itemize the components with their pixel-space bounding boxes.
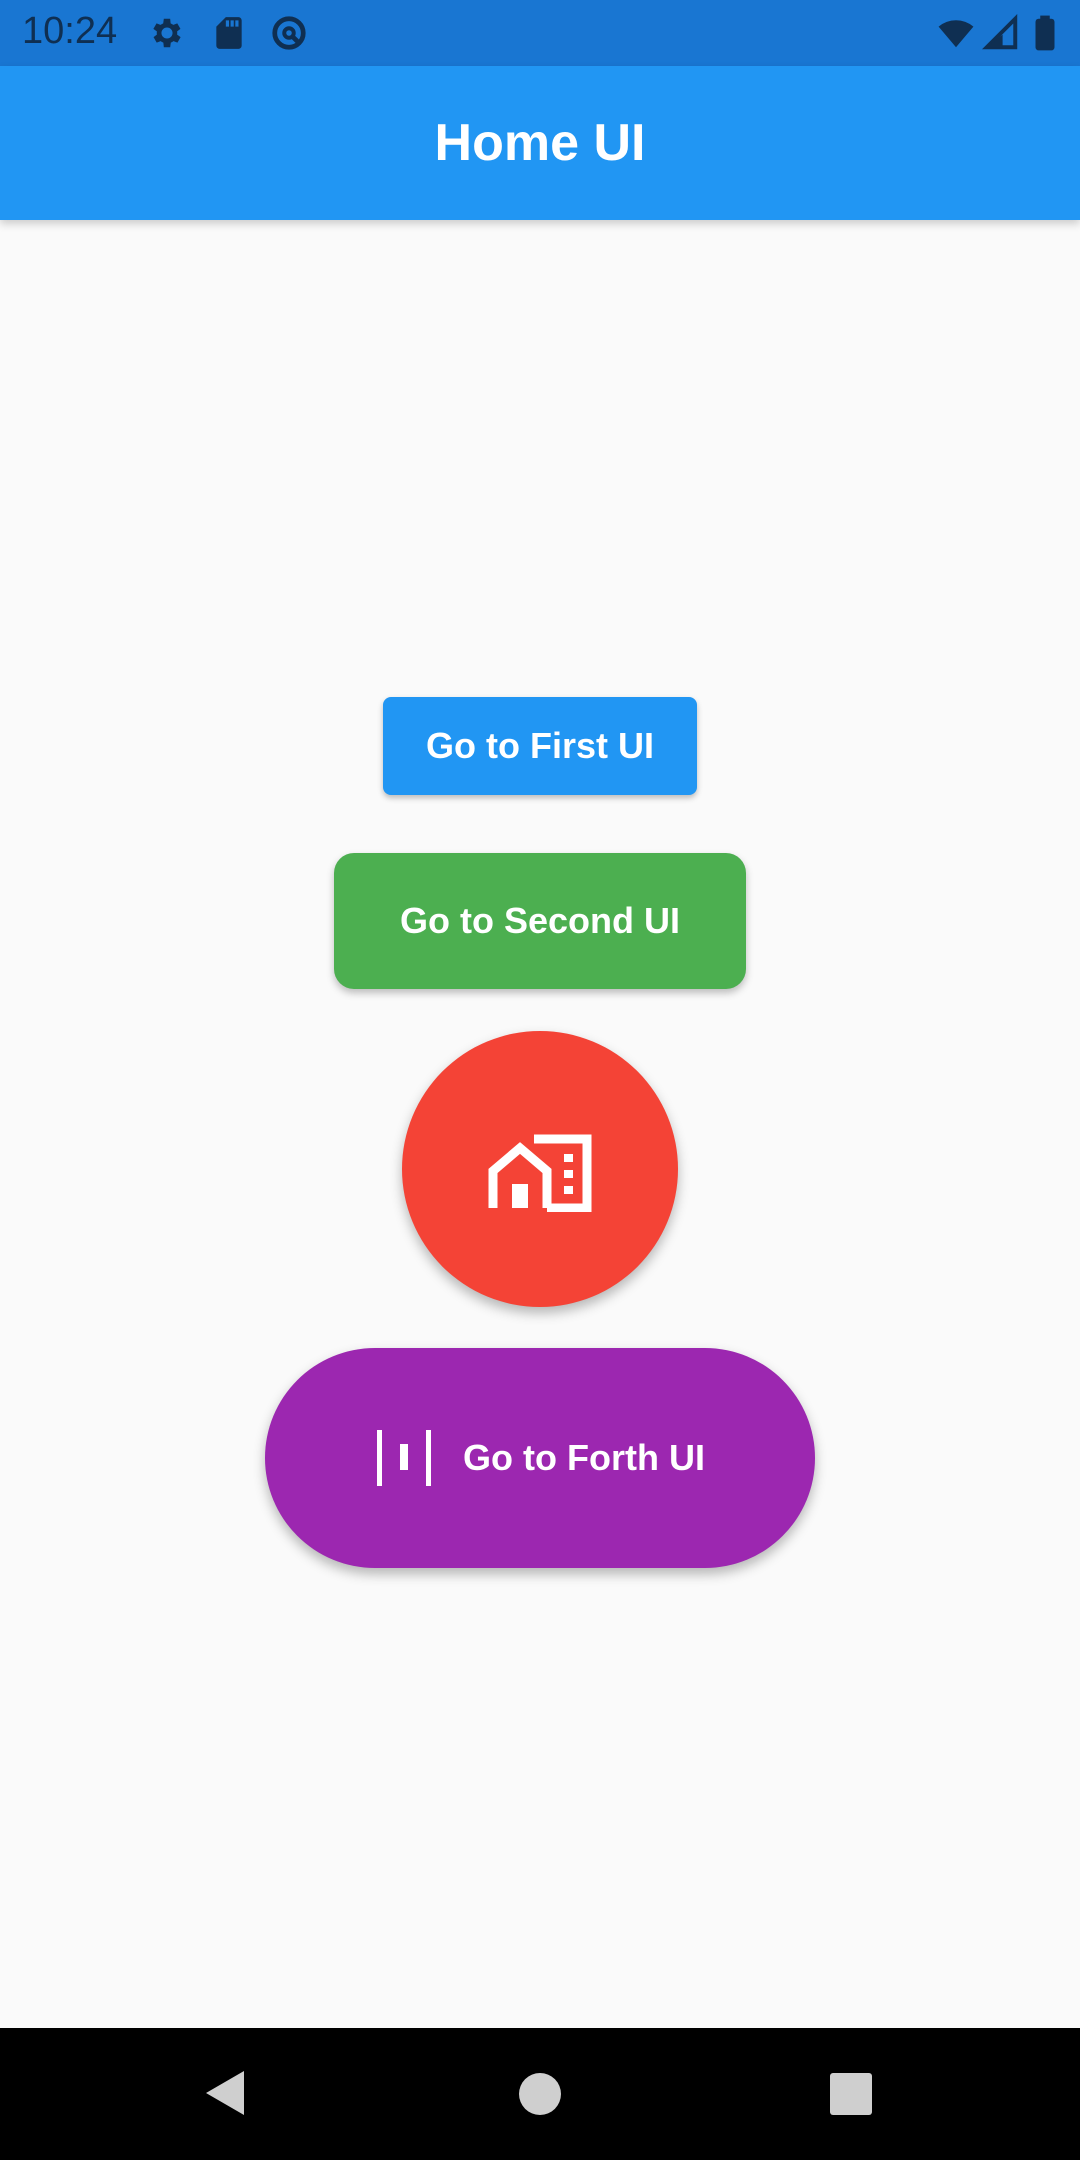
do-not-disturb-icon (272, 16, 306, 50)
go-to-first-ui-label: Go to First UI (426, 725, 654, 766)
navigation-bar (0, 2028, 1080, 2160)
go-to-forth-ui-button[interactable]: Go to Forth UI (265, 1348, 815, 1568)
go-to-second-ui-label: Go to Second UI (399, 900, 680, 941)
wifi-icon (938, 20, 974, 48)
page-title: Home UI (434, 114, 646, 172)
home-icon[interactable] (518, 2072, 562, 2116)
home-work-icon (488, 1134, 592, 1212)
battery-icon (1035, 15, 1055, 51)
go-to-third-ui-button[interactable] (402, 1031, 678, 1307)
status-bar: 10:24 (0, 0, 1080, 66)
app-bar: Home UI (0, 66, 1080, 220)
view-week-icon (377, 1430, 432, 1486)
gear-icon (153, 18, 181, 48)
go-to-first-ui-button[interactable]: Go to First UI (383, 697, 697, 795)
sd-card-icon (216, 17, 242, 49)
back-icon[interactable] (202, 2068, 248, 2118)
status-time: 10:24 (22, 10, 118, 52)
signal-icon (982, 14, 1018, 50)
go-to-forth-ui-label: Go to Forth UI (463, 1437, 705, 1478)
recents-icon[interactable] (829, 2072, 873, 2116)
go-to-second-ui-button[interactable]: Go to Second UI (334, 853, 746, 989)
